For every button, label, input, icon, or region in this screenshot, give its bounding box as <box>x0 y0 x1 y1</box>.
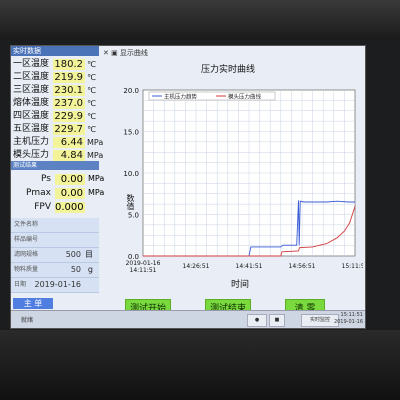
reading-label: 熔体温度 <box>13 98 50 108</box>
monitor-bezel-top <box>0 0 400 40</box>
clock-time: 15:11:51 <box>340 312 363 318</box>
reading-label: 三区温度 <box>13 85 50 95</box>
reading-value: 229.9 <box>53 111 85 122</box>
result-value: 0.00 <box>55 188 85 199</box>
reading-row: 主机压力 6.44 MPa <box>11 136 103 149</box>
info-label: 样品编号 <box>14 236 39 243</box>
x-tick-label: 14:41:51 <box>236 263 263 270</box>
result-value: 0.000 <box>55 202 85 213</box>
reading-unit: ℃ <box>87 60 96 69</box>
pressure-chart: 20.015.010.05.00.02019-01-1614:11:5114:2… <box>123 87 363 274</box>
legend-label: 模头压力曲线 <box>228 93 262 101</box>
y-tick-label: 15.0 <box>123 129 139 137</box>
reading-value: 237.0 <box>53 98 85 109</box>
result-label: FPV <box>34 202 51 212</box>
y-tick-label: 5.0 <box>128 212 139 220</box>
info-field[interactable]: 物料质量 50 g <box>11 263 99 278</box>
info-value: 50 <box>70 265 81 274</box>
result-row: Pmax 0.00 MPa <box>11 186 104 200</box>
result-value: 0.00 <box>55 174 85 185</box>
realtime-data-title: 实时数据 <box>11 46 99 56</box>
reading-row: 一区温度 180.2 ℃ <box>11 58 99 71</box>
reading-row: 四区温度 229.9 ℃ <box>11 110 99 123</box>
result-label: Pmax <box>25 188 51 198</box>
x-tick-label: 14:26:51 <box>183 263 210 270</box>
reading-label: 一区温度 <box>13 59 50 69</box>
reading-unit: ℃ <box>87 73 96 82</box>
status-lamp: ■ <box>269 314 285 327</box>
reading-row: 熔体温度 237.0 ℃ <box>11 97 99 110</box>
status-text: 就绪 <box>21 317 34 324</box>
reading-value: 229.7 <box>53 124 85 135</box>
x-tick-label: 2019-01-16 <box>126 260 161 267</box>
reading-row: 三区温度 230.1 ℃ <box>11 84 99 97</box>
reading-unit: ℃ <box>87 112 96 121</box>
x-axis-label: 时间 <box>231 280 250 290</box>
info-value: 2019-01-16 <box>34 280 82 289</box>
info-field[interactable]: 文件名称 <box>11 218 99 233</box>
result-section-title: 测试结果 <box>11 161 99 170</box>
info-unit: g <box>87 265 93 274</box>
reading-label: 四区温度 <box>13 111 50 121</box>
reading-value: 6.44 <box>53 137 85 148</box>
x-tick-label: 15:11:51 <box>342 263 363 270</box>
y-tick-label: 10.0 <box>123 170 139 178</box>
reading-label: 二区温度 <box>13 72 50 82</box>
info-field[interactable]: 样品编号 <box>11 233 99 248</box>
chart-title: 压力实时曲线 <box>201 65 256 75</box>
monitor-bezel-bottom <box>0 330 400 400</box>
info-field[interactable]: 日期 2019-01-16 <box>11 278 99 293</box>
reading-label: 五区温度 <box>13 124 50 134</box>
reading-value: 230.1 <box>53 85 85 96</box>
clock-date: 2019-01-16 <box>333 319 363 325</box>
reading-value: 180.2 <box>53 59 85 70</box>
reading-unit: ℃ <box>87 86 96 95</box>
x-tick-label: 14:11:51 <box>130 267 157 274</box>
reading-label: 主机压力 <box>13 137 50 147</box>
info-unit: 目 <box>85 250 93 259</box>
info-value: 500 <box>65 250 81 259</box>
info-field[interactable]: 滤网规格 500 目 <box>11 248 99 263</box>
reading-unit: ℃ <box>87 99 96 108</box>
left-panel: 实时数据 一区温度 180.2 ℃ 二区温度 219.9 ℃ 三区温度 230.1 ℃ 熔体温度 2… <box>11 46 104 293</box>
result-row: FPV 0.000 <box>11 200 99 214</box>
reading-value: 219.9 <box>53 72 85 83</box>
reading-row: 五区温度 229.7 ℃ <box>11 123 99 136</box>
y-tick-label: 20.0 <box>123 87 139 95</box>
reading-value: 4.84 <box>53 150 85 161</box>
reading-row: 二区温度 219.9 ℃ <box>11 71 99 84</box>
result-row: Ps 0.00 MPa <box>11 172 104 186</box>
info-label: 日期 <box>14 281 27 288</box>
chart-toolbar[interactable]: ✕ ▣ 显示曲线 <box>103 48 148 58</box>
status-indicator: ● <box>247 314 267 327</box>
hmi-screen: 实时数据 一区温度 180.2 ℃ 二区温度 219.9 ℃ 三区温度 230.1 ℃ 熔体温度 2… <box>10 45 366 329</box>
info-label: 物料质量 <box>14 266 39 273</box>
main-tab-button[interactable]: 主 单 <box>13 298 53 309</box>
info-label: 滤网规格 <box>14 251 39 258</box>
status-bar: 就绪 ● ■ 实时监控 15:11:51 2019-01-16 <box>11 310 365 328</box>
result-label: Ps <box>41 174 51 184</box>
legend-label: 主机压力趋势 <box>164 93 198 101</box>
x-tick-label: 14:56:51 <box>289 263 316 270</box>
clock: 15:11:51 2019-01-16 <box>334 312 363 326</box>
info-label: 文件名称 <box>14 221 39 228</box>
reading-unit: ℃ <box>87 125 96 134</box>
